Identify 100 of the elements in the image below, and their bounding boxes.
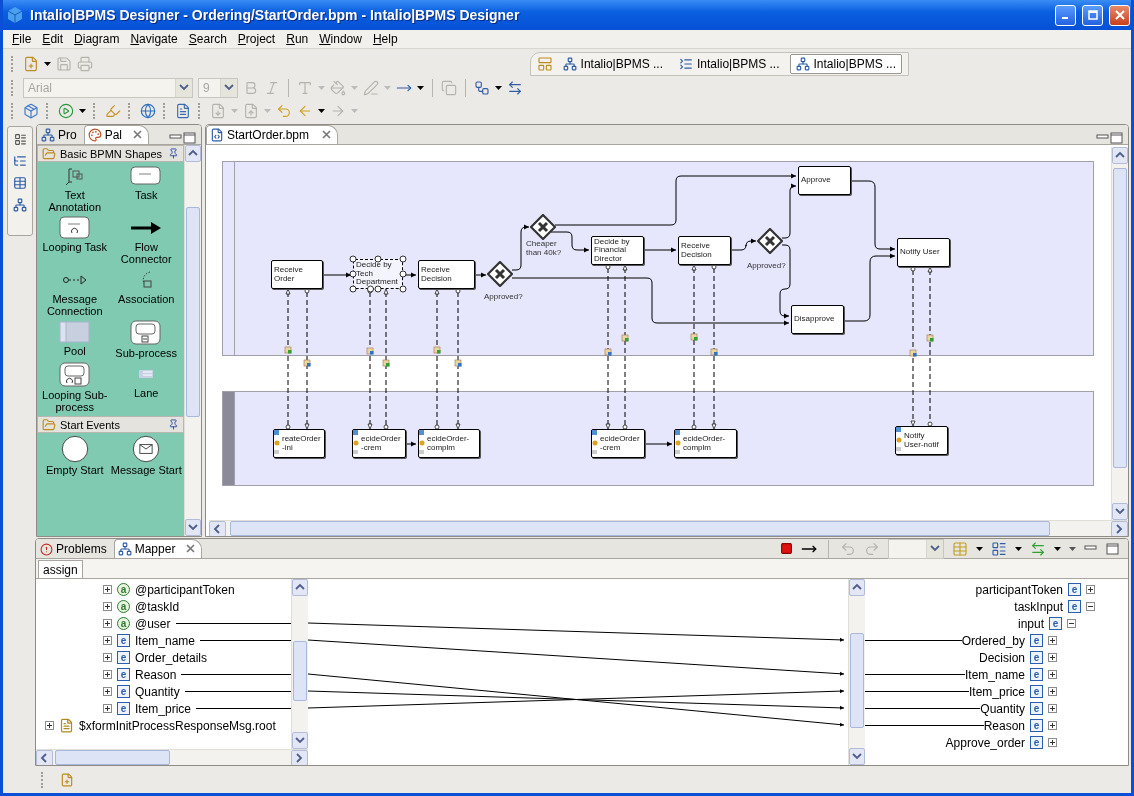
menu-item[interactable]: Edit [37,32,70,46]
source-tree-row[interactable]: a @taskId [36,598,291,615]
task-node[interactable]: Decide by Financial Director [591,236,644,265]
source-tree-row[interactable]: $xformInitProcessResponseMsg.root [36,717,291,734]
horizontal-scrollbar[interactable] [36,749,308,765]
palette-drawer[interactable]: Basic BPMN Shapes [37,145,184,162]
pin-icon[interactable] [168,148,179,159]
expand-toggle[interactable] [103,602,112,611]
palette-tool[interactable]: Lane [110,362,182,413]
expand-toggle[interactable] [1048,721,1057,730]
task-node[interactable]: Approve [798,166,851,195]
caret-icon[interactable] [79,109,86,114]
target-tree-row[interactable]: Approve_order e [865,734,1128,751]
view-tab[interactable]: Pro [37,125,84,144]
expand-toggle[interactable] [103,585,112,594]
source-tree-row[interactable]: e Item_name [36,632,291,649]
toolbar-grip[interactable] [163,103,166,120]
horizontal-scrollbar[interactable] [209,520,1128,536]
toolbar-grip[interactable] [128,103,131,120]
task-node[interactable]: Receive Decision [678,236,731,265]
run-icon[interactable] [58,103,74,120]
menu-item[interactable]: Search [183,32,233,46]
stop-icon[interactable] [780,542,793,555]
expand-toggle[interactable] [1067,619,1076,628]
vertical-scrollbar[interactable] [184,145,201,536]
line-color-icon[interactable] [363,79,379,96]
caret-icon[interactable] [318,109,325,114]
menu-item[interactable]: Diagram [69,32,126,46]
minimize-button[interactable] [1055,4,1076,26]
caret-icon[interactable] [1015,546,1022,551]
view-tab[interactable]: Pal [83,125,150,144]
expand-toggle[interactable] [1048,738,1057,747]
source-tree-row[interactable]: e Quantity [36,683,291,700]
exclusive-gateway[interactable] [487,261,513,287]
close-icon[interactable] [186,544,196,553]
vertical-scrollbar[interactable] [848,579,865,765]
task-node[interactable]: ecideOrder-crem [591,429,645,458]
palette-tool[interactable]: Association [110,268,182,317]
caret-icon[interactable] [417,85,424,90]
open-perspective-icon[interactable] [536,56,553,72]
target-tree-row[interactable]: Decision e [865,649,1128,666]
editor-tab[interactable]: StartOrder.bpm [206,125,339,144]
toolbar-grip[interactable] [46,103,49,120]
task-node[interactable]: ecideOrder-complm [674,429,737,458]
maximize-button[interactable] [1082,4,1103,26]
exclusive-gateway[interactable] [757,228,783,254]
brush-icon[interactable] [105,103,121,120]
expand-toggle[interactable] [103,636,112,645]
view-tab[interactable]: Mapper [113,539,203,558]
maximize-icon[interactable] [1106,542,1120,555]
palette-tool[interactable]: Flow Connector [110,216,182,265]
source-tree-row[interactable]: e Reason [36,666,291,683]
expand-toggle[interactable] [1086,602,1095,611]
palette-drawer[interactable]: Start Events [37,416,184,433]
caret-icon[interactable] [495,85,502,90]
target-tree-row[interactable]: taskInput e [865,598,1128,615]
expand-toggle[interactable] [1048,670,1057,679]
palette-tool[interactable]: Looping Task [39,216,111,265]
menu-item[interactable]: Project [232,32,282,46]
expand-toggle[interactable] [1048,704,1057,713]
palette-tool[interactable]: Message Start [110,435,182,476]
expand-toggle[interactable] [1048,653,1057,662]
target-tree-row[interactable]: Item_price e [865,683,1128,700]
task-node[interactable]: Disapprove [791,305,844,334]
table-icon[interactable] [13,176,27,190]
menu-item[interactable]: File [7,32,38,46]
new-file-icon[interactable] [23,56,39,72]
task-node[interactable]: Receive Order [271,260,323,289]
assign-tab[interactable]: assign [38,560,83,578]
task-node[interactable]: ecideOrder-complm [418,429,480,458]
caret-icon[interactable] [976,546,983,551]
expand-toggle[interactable] [103,704,112,713]
palette-tool[interactable]: Task [110,164,182,213]
maximize-icon[interactable] [1110,132,1124,144]
expand-toggle[interactable] [45,721,54,730]
palette-tool[interactable]: Text Annotation [39,164,111,213]
document-icon[interactable] [175,103,191,120]
restore-icon[interactable] [13,133,27,146]
hierarchy-icon[interactable] [13,198,27,212]
expand-toggle[interactable] [103,653,112,662]
target-tree-row[interactable]: Ordered_by e [865,632,1128,649]
close-icon[interactable] [322,130,332,139]
palette-tool[interactable]: Looping Sub-process [39,362,111,413]
pin-icon[interactable] [168,419,179,430]
toolbar-grip[interactable] [198,103,201,120]
target-tree-row[interactable]: participantToken e [865,581,1128,598]
target-tree-row[interactable]: Reason e [865,717,1128,734]
target-tree-row[interactable]: Item_name e [865,666,1128,683]
menu-item[interactable]: Window [314,32,368,46]
expand-toggle[interactable] [1086,585,1095,594]
caret-icon[interactable] [1054,546,1061,551]
toolbar-grip[interactable] [41,771,44,788]
close-button[interactable] [1109,4,1130,26]
task-node[interactable]: Decide by Tech Department [353,259,403,289]
menu-item[interactable]: Run [281,32,315,46]
caret-icon[interactable] [44,62,51,66]
task-node[interactable]: reateOrder-ini [273,429,325,458]
arrange-icon[interactable] [474,79,490,96]
toolbar-grip[interactable] [11,103,14,120]
menu-item[interactable]: Help [367,32,404,46]
